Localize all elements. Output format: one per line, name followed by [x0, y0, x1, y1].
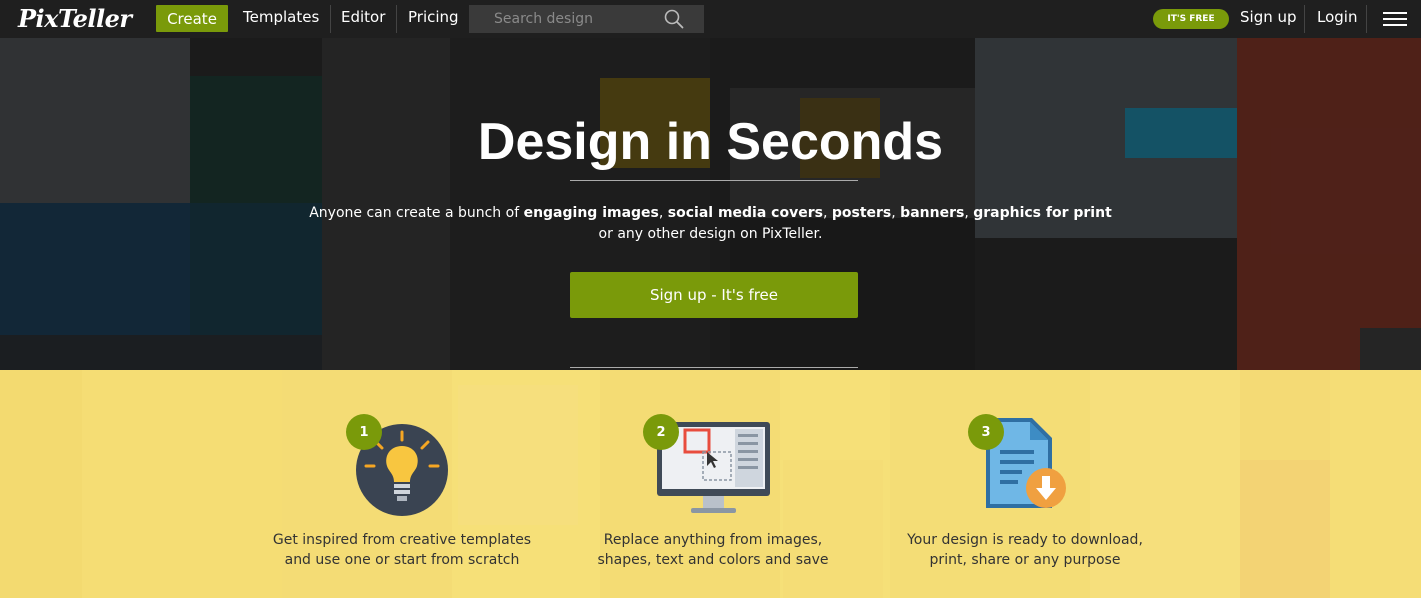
- search-icon[interactable]: [664, 9, 684, 29]
- step-number-badge: 1: [346, 414, 382, 450]
- login-link[interactable]: Login: [1317, 8, 1357, 26]
- hero-subtitle: Anyone can create a bunch of engaging im…: [309, 205, 1112, 242]
- search-box[interactable]: [469, 5, 704, 33]
- step-number-badge: 2: [643, 414, 679, 450]
- search-input[interactable]: [494, 11, 664, 27]
- nav-divider: [1366, 5, 1367, 33]
- steps-section: 1 Get inspired from creative templates an…: [0, 370, 1421, 598]
- hero-divider: [570, 180, 858, 181]
- editor-link[interactable]: Editor: [341, 8, 385, 26]
- signup-cta-button[interactable]: Sign up - It's free: [570, 272, 858, 318]
- templates-link[interactable]: Templates: [243, 8, 319, 26]
- hero-title: Design in Seconds: [477, 113, 944, 171]
- nav-divider: [1304, 5, 1305, 33]
- step-description: Replace anything from images, shapes, tex…: [597, 532, 829, 568]
- hamburger-menu-icon[interactable]: [1383, 12, 1407, 26]
- top-nav: PixTeller Create Templates Editor Pricin…: [0, 0, 1421, 38]
- step-description: Your design is ready to download, print, …: [907, 532, 1143, 568]
- step-number-badge: 3: [968, 414, 1004, 450]
- create-button[interactable]: Create: [156, 5, 228, 32]
- pixteller-logo[interactable]: PixTeller: [18, 4, 132, 33]
- hero-section: Design in Seconds Anyone can create a bu…: [0, 38, 1421, 370]
- hero-divider: [570, 367, 858, 368]
- nav-divider: [330, 5, 331, 33]
- its-free-badge: IT'S FREE: [1153, 9, 1229, 29]
- signup-link[interactable]: Sign up: [1240, 8, 1297, 26]
- step-description: Get inspired from creative templates and …: [272, 532, 532, 568]
- nav-divider: [396, 5, 397, 33]
- pricing-link[interactable]: Pricing: [408, 8, 459, 26]
